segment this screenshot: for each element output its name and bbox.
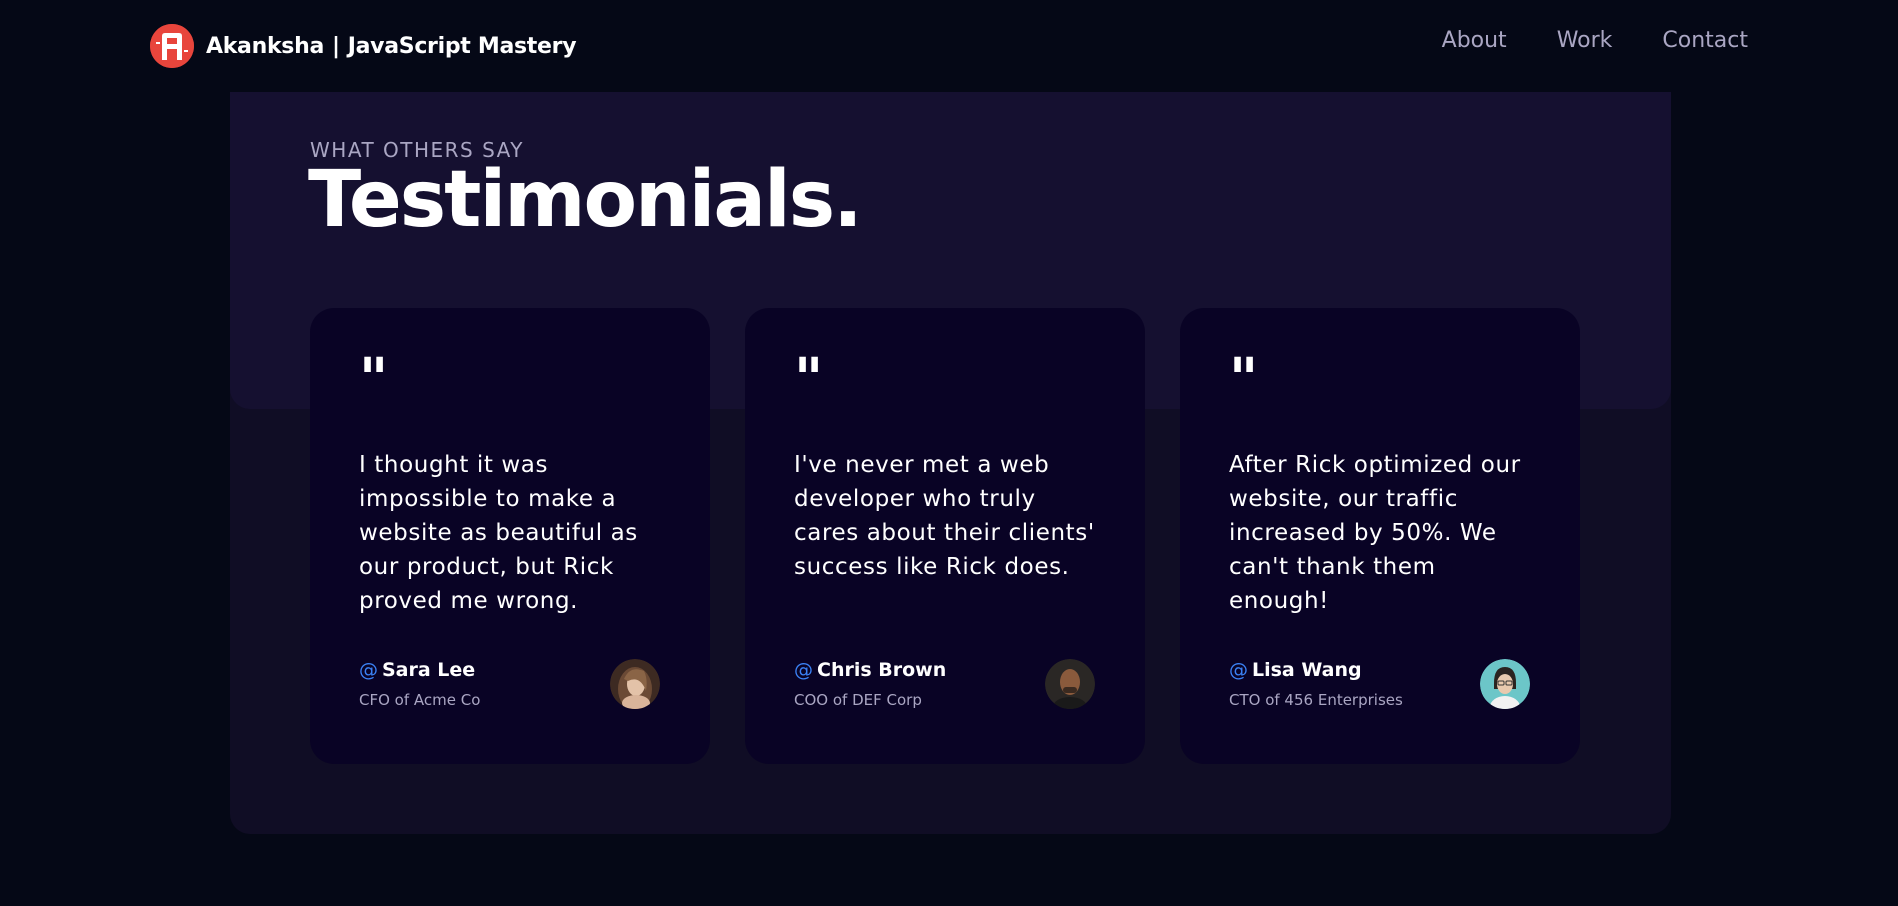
author-info: @ Lisa Wang CTO of 456 Enterprises bbox=[1229, 659, 1403, 709]
brand-separator: | bbox=[332, 33, 340, 59]
nav-links: About Work Contact bbox=[1442, 28, 1748, 53]
testimonial-author: @ Sara Lee CFO of Acme Co bbox=[359, 659, 660, 709]
author-name-text: Chris Brown bbox=[817, 659, 947, 681]
author-name: @ Sara Lee bbox=[359, 659, 480, 681]
at-symbol: @ bbox=[359, 659, 378, 681]
quote-icon: " bbox=[794, 347, 824, 412]
brand-subtitle: JavaScript Mastery bbox=[347, 33, 577, 59]
nav-link-contact[interactable]: Contact bbox=[1662, 28, 1748, 53]
testimonial-text: After Rick optimized our website, our tr… bbox=[1229, 452, 1521, 614]
nav-link-about[interactable]: About bbox=[1442, 28, 1507, 53]
page: Akanksha | JavaScript Mastery About Work C… bbox=[0, 0, 1898, 906]
author-name: @ Lisa Wang bbox=[1229, 659, 1403, 681]
author-name-text: Lisa Wang bbox=[1252, 659, 1362, 681]
testimonial-card: " I've never met a web developer who tru… bbox=[745, 308, 1145, 764]
brand-first-name: Akanksha bbox=[206, 33, 324, 59]
author-role: CFO of Acme Co bbox=[359, 691, 481, 709]
author-name: @ Chris Brown bbox=[794, 659, 946, 681]
section-heading: Testimonials. bbox=[308, 155, 863, 245]
at-symbol: @ bbox=[794, 659, 813, 681]
author-info: @ Chris Brown COO of DEF Corp bbox=[794, 659, 946, 709]
quote-icon: " bbox=[359, 347, 389, 412]
testimonial-author: @ Lisa Wang CTO of 456 Enterprises bbox=[1229, 659, 1530, 709]
testimonial-card: " I thought it was impossible to make a … bbox=[310, 308, 710, 764]
at-symbol: @ bbox=[1229, 659, 1248, 681]
testimonial-cards: " I thought it was impossible to make a … bbox=[310, 308, 1580, 764]
quote-icon: " bbox=[1229, 347, 1259, 412]
akanksha-logo-icon bbox=[150, 24, 194, 68]
testimonial-author: @ Chris Brown COO of DEF Corp bbox=[794, 659, 1095, 709]
author-role: COO of DEF Corp bbox=[794, 691, 922, 709]
brand-name: Akanksha | JavaScript Mastery bbox=[206, 33, 577, 59]
testimonials-section: What others say Testimonials. " I though… bbox=[230, 92, 1671, 834]
chris-brown-avatar bbox=[1045, 659, 1095, 709]
author-role: CTO of 456 Enterprises bbox=[1229, 691, 1403, 709]
author-name-text: Sara Lee bbox=[382, 659, 476, 681]
testimonial-text: I've never met a web developer who truly… bbox=[794, 452, 1095, 580]
author-info: @ Sara Lee CFO of Acme Co bbox=[359, 659, 480, 709]
lisa-wang-avatar bbox=[1480, 659, 1530, 709]
sara-lee-avatar bbox=[610, 659, 660, 709]
testimonial-text: I thought it was impossible to make a we… bbox=[359, 452, 638, 614]
brand-link[interactable]: Akanksha | JavaScript Mastery bbox=[150, 24, 577, 68]
testimonial-card: " After Rick optimized our website, our … bbox=[1180, 308, 1580, 764]
nav-link-work[interactable]: Work bbox=[1557, 28, 1613, 53]
navbar: Akanksha | JavaScript Mastery About Work C… bbox=[0, 0, 1898, 92]
